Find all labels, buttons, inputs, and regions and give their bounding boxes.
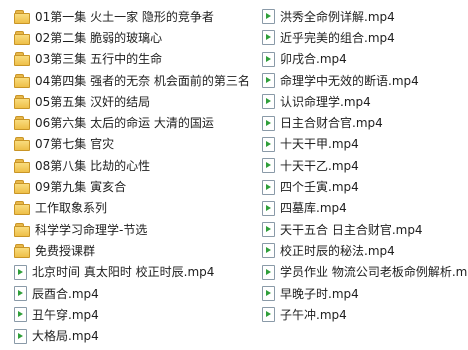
- item-name: 认识命理学.mp4: [280, 94, 371, 109]
- folder-icon: [14, 158, 30, 173]
- file-item[interactable]: 命理学中无效的断语.mp4: [262, 70, 468, 91]
- video-file-icon: [262, 200, 275, 216]
- file-item[interactable]: 卯戌合.mp4: [262, 49, 468, 70]
- item-name: 科学学习命理学-节选: [35, 222, 148, 237]
- item-name: 01第一集 火土一家 隐形的竞争者: [35, 9, 214, 24]
- item-name: 卯戌合.mp4: [280, 52, 347, 67]
- file-item[interactable]: 北京时间 真太阳时 校正时辰.mp4: [14, 262, 262, 283]
- folder-item[interactable]: 科学学习命理学-节选: [14, 219, 262, 240]
- video-file-icon: [262, 222, 275, 238]
- item-name: 学员作业 物流公司老板命例解析.mp4: [280, 265, 468, 280]
- file-item[interactable]: 认识命理学.mp4: [262, 91, 468, 112]
- folder-item[interactable]: 07第七集 官灾: [14, 134, 262, 155]
- item-name: 免费授课群: [35, 243, 96, 258]
- folder-item[interactable]: 02第二集 脆弱的玻璃心: [14, 27, 262, 48]
- item-name: 大格局.mp4: [32, 329, 99, 344]
- file-item[interactable]: 十天干乙.mp4: [262, 155, 468, 176]
- item-name: 四个壬寅.mp4: [280, 180, 359, 195]
- folder-icon: [14, 94, 30, 109]
- item-name: 06第六集 太后的命运 大清的国运: [35, 116, 214, 131]
- video-file-icon: [262, 179, 275, 195]
- file-item[interactable]: 大格局.mp4: [14, 325, 262, 346]
- folder-item[interactable]: 08第八集 比劫的心性: [14, 155, 262, 176]
- item-name: 早晚子时.mp4: [280, 286, 359, 301]
- item-name: 近乎完美的组合.mp4: [280, 30, 395, 45]
- folder-icon: [14, 201, 30, 216]
- file-item[interactable]: 天干五合 日主合财官.mp4: [262, 219, 468, 240]
- file-column-right: 洪秀全命例详解.mp4 近乎完美的组合.mp4 卯戌合.mp4 命理学中无效的断语.m…: [262, 6, 468, 325]
- folder-icon: [14, 180, 30, 195]
- file-item[interactable]: 洪秀全命例详解.mp4: [262, 6, 468, 27]
- item-name: 洪秀全命例详解.mp4: [280, 9, 395, 24]
- item-name: 04第四集 强者的无奈 机会面前的第三名: [35, 73, 250, 88]
- file-item[interactable]: 十天干甲.mp4: [262, 134, 468, 155]
- folder-icon: [14, 52, 30, 67]
- file-item[interactable]: 四墓库.mp4: [262, 198, 468, 219]
- folder-item[interactable]: 03第三集 五行中的生命: [14, 49, 262, 70]
- item-name: 08第八集 比劫的心性: [35, 158, 151, 173]
- item-name: 07第七集 官灾: [35, 137, 115, 152]
- folder-icon: [14, 243, 30, 258]
- item-name: 辰酉合.mp4: [32, 286, 99, 301]
- folder-item[interactable]: 09第九集 寅亥合: [14, 176, 262, 197]
- item-name: 命理学中无效的断语.mp4: [280, 73, 419, 88]
- file-item[interactable]: 近乎完美的组合.mp4: [262, 27, 468, 48]
- folder-item[interactable]: 06第六集 太后的命运 大清的国运: [14, 112, 262, 133]
- folder-item[interactable]: 04第四集 强者的无奈 机会面前的第三名: [14, 70, 262, 91]
- item-name: 02第二集 脆弱的玻璃心: [35, 30, 163, 45]
- file-item[interactable]: 子午冲.mp4: [262, 304, 468, 325]
- folder-icon: [14, 9, 30, 24]
- file-list-view: 01第一集 火土一家 隐形的竞争者 02第二集 脆弱的玻璃心 03第三集 五行中的生…: [0, 0, 468, 350]
- video-file-icon: [14, 264, 27, 280]
- file-item[interactable]: 丑午穿.mp4: [14, 304, 262, 325]
- folder-icon: [14, 222, 30, 237]
- item-name: 十天干甲.mp4: [280, 137, 359, 152]
- folder-icon: [14, 73, 30, 88]
- file-item[interactable]: 校正时辰的秘法.mp4: [262, 240, 468, 261]
- folder-icon: [14, 137, 30, 152]
- item-name: 天干五合 日主合财官.mp4: [280, 222, 423, 237]
- item-name: 工作取象系列: [35, 201, 108, 216]
- item-name: 四墓库.mp4: [280, 201, 347, 216]
- file-item[interactable]: 辰酉合.mp4: [14, 283, 262, 304]
- video-file-icon: [262, 9, 275, 25]
- video-file-icon: [14, 286, 27, 301]
- video-file-icon: [262, 307, 275, 323]
- video-file-icon: [262, 286, 275, 301]
- folder-item[interactable]: 01第一集 火土一家 隐形的竞争者: [14, 6, 262, 27]
- file-column-left: 01第一集 火土一家 隐形的竞争者 02第二集 脆弱的玻璃心 03第三集 五行中的生…: [14, 6, 262, 347]
- video-file-icon: [262, 158, 275, 174]
- item-name: 09第九集 寅亥合: [35, 180, 127, 195]
- video-file-icon: [14, 307, 27, 323]
- video-file-icon: [262, 264, 275, 280]
- folder-icon: [14, 116, 30, 131]
- item-name: 日主合财合官.mp4: [280, 116, 383, 131]
- item-name: 北京时间 真太阳时 校正时辰.mp4: [32, 265, 215, 280]
- video-file-icon: [262, 136, 275, 152]
- video-file-icon: [262, 30, 275, 46]
- item-name: 校正时辰的秘法.mp4: [280, 243, 395, 258]
- file-item[interactable]: 早晚子时.mp4: [262, 283, 468, 304]
- video-file-icon: [262, 51, 275, 67]
- video-file-icon: [262, 73, 275, 89]
- video-file-icon: [262, 115, 275, 131]
- file-item[interactable]: 学员作业 物流公司老板命例解析.mp4: [262, 262, 468, 283]
- video-file-icon: [14, 328, 27, 344]
- item-name: 子午冲.mp4: [280, 307, 347, 322]
- folder-item[interactable]: 05第五集 汉奸的结局: [14, 91, 262, 112]
- file-item[interactable]: 四个壬寅.mp4: [262, 176, 468, 197]
- folder-icon: [14, 30, 30, 45]
- video-file-icon: [262, 94, 275, 110]
- item-name: 丑午穿.mp4: [32, 307, 99, 322]
- item-name: 03第三集 五行中的生命: [35, 52, 163, 67]
- video-file-icon: [262, 243, 275, 259]
- folder-item[interactable]: 免费授课群: [14, 240, 262, 261]
- item-name: 05第五集 汉奸的结局: [35, 94, 151, 109]
- folder-item[interactable]: 工作取象系列: [14, 198, 262, 219]
- item-name: 十天干乙.mp4: [280, 158, 359, 173]
- file-item[interactable]: 日主合财合官.mp4: [262, 112, 468, 133]
